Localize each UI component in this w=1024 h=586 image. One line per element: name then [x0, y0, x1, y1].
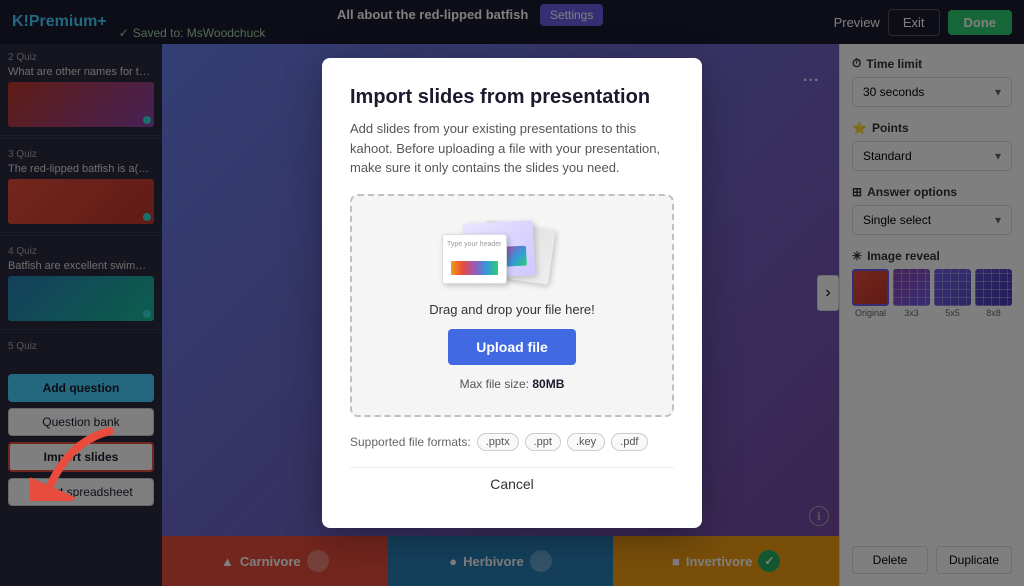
modal-description: Add slides from your existing presentati… — [350, 119, 674, 178]
slide-illus-front — [442, 234, 507, 284]
drop-zone-text: Drag and drop your file here! — [429, 302, 594, 317]
drop-zone-illustration — [442, 220, 582, 290]
upload-file-button[interactable]: Upload file — [448, 329, 576, 365]
max-size-text: Max file size: 80MB — [460, 377, 565, 391]
max-size-value: 80MB — [532, 377, 564, 391]
format-pptx: .pptx — [477, 433, 519, 451]
format-pdf: .pdf — [611, 433, 647, 451]
max-size-label: Max file size: — [460, 377, 529, 391]
modal-title: Import slides from presentation — [350, 86, 674, 109]
formats-row: Supported file formats: .pptx .ppt .key … — [350, 433, 674, 451]
format-key: .key — [567, 433, 605, 451]
cancel-button[interactable]: Cancel — [350, 467, 674, 500]
formats-label: Supported file formats: — [350, 435, 471, 449]
drop-zone[interactable]: Drag and drop your file here! Upload fil… — [350, 194, 674, 417]
import-slides-modal: Import slides from presentation Add slid… — [322, 58, 702, 528]
format-ppt: .ppt — [525, 433, 561, 451]
modal-overlay[interactable]: Import slides from presentation Add slid… — [0, 0, 1024, 586]
